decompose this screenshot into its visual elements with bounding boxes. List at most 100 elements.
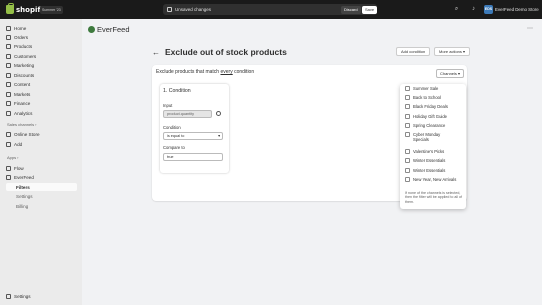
back-arrow-icon[interactable]: ← [152,48,160,57]
checkbox[interactable] [405,149,410,154]
compare-label: Compare to [163,145,185,150]
channel-label: Valentine's Picks [413,149,445,154]
checkbox[interactable] [405,86,410,91]
bell-icon[interactable]: ♪ [470,6,477,13]
input-field: product.quantity [163,110,212,118]
sidebar-item-add[interactable]: Add [6,140,78,148]
checkbox[interactable] [405,158,410,163]
channel-label: Black Friday Deals [413,104,448,109]
channel-option[interactable]: Valentine's Picks [405,149,444,154]
sidebar-item-label: Marketing [14,62,35,68]
compare-input[interactable]: true [163,153,223,161]
channel-option[interactable]: Spring Clearance [405,123,445,128]
sidebar-item-finance[interactable]: Finance [6,99,78,107]
condition-select[interactable]: is equal to ▾ [163,132,223,140]
flow-icon [6,165,11,171]
sidebar-item-everfeed[interactable]: EverFeed [6,173,78,181]
channel-option[interactable]: New Year, New Arrivals [405,177,467,182]
sales-channels-title[interactable]: Sales channels › [7,122,36,127]
sidebar: Home Orders Products Customers Marketing… [0,19,82,305]
sidebar-item-label: Online Store [14,131,40,137]
store-icon [6,131,11,137]
more-actions-button[interactable]: More actions ▾ [434,47,471,56]
sidebar-item-label: Markets [14,91,31,97]
condition-title: 1. Condition [163,88,191,94]
checkbox[interactable] [405,132,410,137]
channels-label: Channels [440,71,457,76]
sidebar-item-billing[interactable]: Billing [16,202,88,210]
sidebar-item-markets[interactable]: Markets [6,90,78,98]
sidebar-item-label: Billing [16,203,29,209]
channel-option[interactable]: Back to School [405,95,441,100]
main-content: EverFeed ⋯ ← Exclude out of stock produc… [82,19,542,305]
apps-label: Apps [7,155,17,160]
sidebar-item-discounts[interactable]: Discounts [6,71,78,79]
app-header: EverFeed ⋯ [82,19,542,39]
channel-option[interactable]: Holiday Gift Guide [405,114,447,119]
top-bar: shopify Summer '23 Unsaved changes Disca… [0,0,542,19]
unsaved-changes-label: Unsaved changes [175,7,212,12]
home-icon [6,25,11,31]
orders-icon [6,34,11,40]
edition-badge[interactable]: Summer '23 [40,6,63,14]
store-avatar[interactable]: EDS [484,5,493,14]
sidebar-item-flow[interactable]: Flow [6,164,78,172]
sidebar-item-filters[interactable]: Filters [6,183,77,191]
chevron-down-icon: ▾ [218,134,220,138]
finance-icon [6,100,11,106]
everfeed-logo: EverFeed [88,25,130,34]
sidebar-item-home[interactable]: Home [6,24,78,32]
chevron-right-icon: › [35,122,37,127]
checkbox[interactable] [405,114,410,119]
sidebar-item-marketing[interactable]: Marketing [6,61,78,69]
save-button[interactable]: Save [362,5,378,14]
checkbox[interactable] [405,168,410,173]
plus-icon [6,141,11,147]
checkbox[interactable] [405,95,410,100]
sidebar-item-label: Settings [16,193,33,199]
sidebar-item-content[interactable]: Content [6,80,78,88]
add-condition-button[interactable]: Add condition [396,47,431,56]
chevron-down-icon: ▾ [463,49,466,54]
shopify-bag-icon [6,3,14,14]
channel-label: Back to School [413,95,441,100]
sidebar-item-label: EverFeed [14,174,34,180]
channel-label: Winter Essentials [413,158,446,163]
sidebar-item-label: Settings [14,293,31,299]
sidebar-item-customers[interactable]: Customers [6,52,78,60]
sidebar-item-settings-sub[interactable]: Settings [16,192,88,200]
sidebar-item-analytics[interactable]: Analytics [6,109,78,117]
app-name: EverFeed [97,25,130,34]
apps-title[interactable]: Apps › [7,155,18,160]
checkbox[interactable] [405,104,410,109]
everfeed-leaf-icon [88,26,95,33]
sidebar-item-online-store[interactable]: Online Store [6,130,78,138]
discard-button[interactable]: Discard [341,5,361,14]
channel-label: Winter Essentials [413,168,446,173]
checkbox[interactable] [405,123,410,128]
analytics-icon [6,110,11,116]
channel-label: Cyber Monday Specials [413,132,441,142]
channel-option[interactable]: Winter Essentials [405,158,445,163]
channels-button[interactable]: Channels ▾ [436,69,465,78]
customers-icon [6,53,11,59]
sidebar-item-settings[interactable]: Settings [6,292,78,300]
channel-label: Summer Sale [413,86,439,91]
sidebar-item-label: Discounts [14,72,35,78]
store-name[interactable]: EverFeed Demo Store [495,6,539,13]
card-title-suffix: condition [232,69,255,75]
channel-option[interactable]: Winter Essentials [405,168,445,173]
sidebar-item-label: Flow [14,165,24,171]
channel-option[interactable]: Summer Sale [405,86,438,91]
alert-icon [167,7,172,12]
search-icon[interactable] [216,111,221,116]
checkbox[interactable] [405,177,410,182]
channel-option[interactable]: Black Friday Deals [405,104,448,109]
channel-option[interactable]: Cyber Monday Specials [405,132,460,142]
more-icon[interactable]: ⋯ [527,25,533,32]
sidebar-item-products[interactable]: Products [6,42,78,50]
channel-label: Spring Clearance [413,123,446,128]
content-icon [6,81,11,87]
search-icon[interactable]: ⌕ [453,6,460,13]
sidebar-item-orders[interactable]: Orders [6,33,78,41]
